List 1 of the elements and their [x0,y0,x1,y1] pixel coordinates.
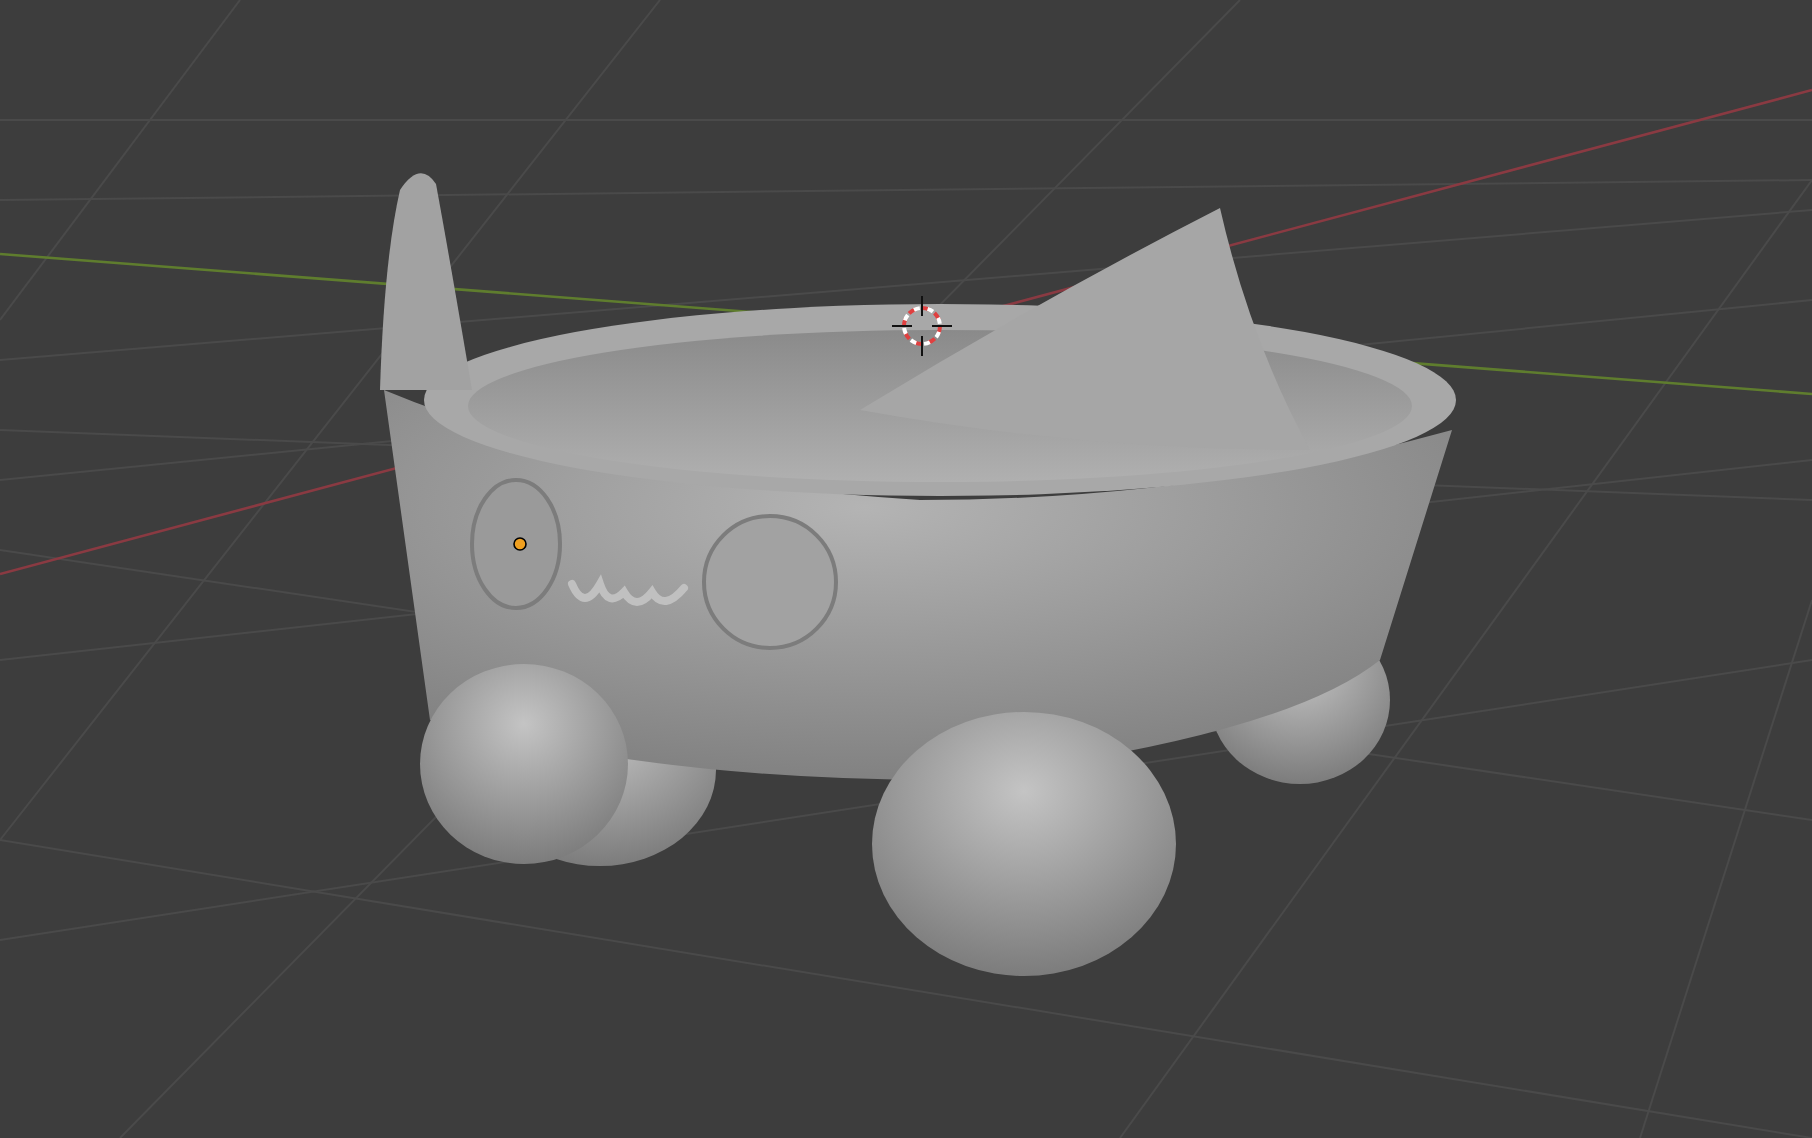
3d-cursor-icon[interactable] [891,295,953,357]
